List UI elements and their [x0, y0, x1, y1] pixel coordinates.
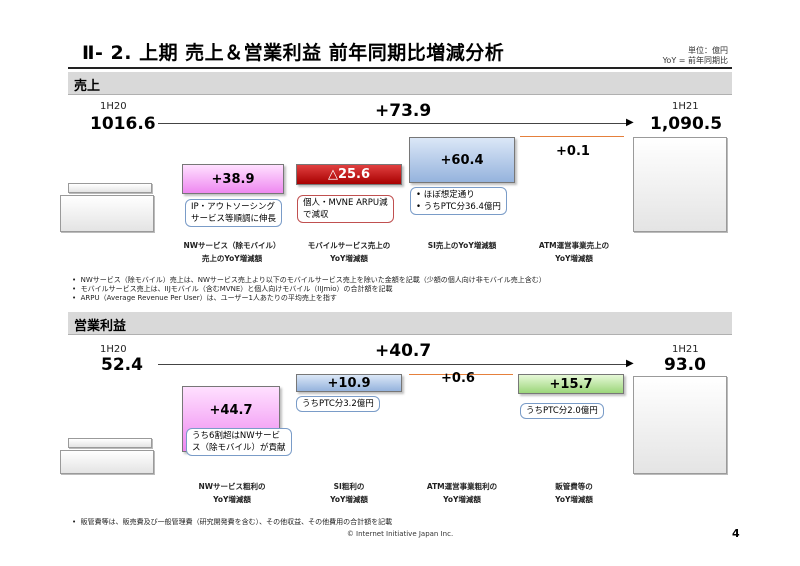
sales-section-header: [68, 72, 732, 95]
op-section-label: 営業利益: [74, 319, 127, 334]
callout-line: IP・アウトソーシング: [191, 202, 275, 212]
sales-end-bar: [633, 137, 727, 232]
page-number: 4: [732, 527, 740, 540]
sales-arrow-head-icon: ▶: [626, 117, 634, 128]
title-divider: [68, 67, 732, 69]
category-line: YoY増減額: [330, 495, 368, 504]
op-category-atm: ATM運営事業粗利の YoY増減額: [404, 480, 520, 506]
op-start-base-top: [68, 438, 152, 448]
category-line: YoY増減額: [330, 254, 368, 263]
sales-end-period: 1H21: [672, 101, 699, 112]
op-section-header: [68, 312, 732, 335]
op-arrow-head-icon: ▶: [626, 358, 634, 369]
category-line: SI売上のYoY増減額: [427, 241, 497, 250]
note-text: モバイルサービス売上は、IIJモバイル（含むMVNE）と個人向けモバイル（IIJ…: [80, 285, 393, 293]
yoy-definition: YoY = 前年同期比: [662, 56, 728, 65]
sales-nw-service-callout: IP・アウトソーシング サービス等順調に伸長: [185, 199, 283, 227]
sales-notes: • NWサービス（除モバイル）売上は、NWサービス売上より以下のモバイルサービス…: [72, 276, 732, 303]
callout-line: うちPTC分3.2億円: [302, 399, 374, 409]
sales-total-arrow: [158, 123, 630, 124]
op-end-bar: [633, 376, 727, 474]
category-line: YoY増減額: [213, 495, 251, 504]
op-category-si: SI粗利の YoY増減額: [290, 480, 408, 506]
copyright-footer: © Internet Initiative Japan Inc.: [346, 530, 454, 538]
category-line: ATM運営事業売上の: [538, 241, 610, 250]
op-notes: • 販管費等は、販売費及び一般管理費（研究開発費を含む）、その他収益、その他費用…: [72, 518, 732, 527]
op-sga-callout: うちPTC分2.0億円: [520, 403, 604, 419]
note-item: • 販管費等は、販売費及び一般管理費（研究開発費を含む）、その他収益、その他費用…: [72, 518, 393, 526]
category-line: ATM運営事業粗利の: [426, 482, 498, 491]
sales-si-callout: • ほぼ想定通り • うちPTC分36.4億円: [410, 187, 507, 215]
op-start-bar: [60, 450, 154, 474]
sales-mobile-bar: △25.6: [296, 164, 402, 185]
category-line: YoY増減額: [443, 495, 481, 504]
op-end-period: 1H21: [672, 344, 699, 355]
category-line: NWサービス（除モバイル）: [183, 241, 281, 250]
note-text: NWサービス（除モバイル）売上は、NWサービス売上より以下のモバイルサービス売上…: [80, 276, 546, 284]
op-si-callout: うちPTC分3.2億円: [296, 396, 380, 412]
note-text: 販管費等は、販売費及び一般管理費（研究開発費を含む）、その他収益、その他費用の合…: [80, 518, 393, 526]
note-item: • ARPU（Average Revenue Per User）は、ユーザー1人…: [72, 294, 337, 302]
note-item: • NWサービス（除モバイル）売上は、NWサービス売上より以下のモバイルサービス…: [72, 276, 546, 284]
sales-nw-service-bar: +38.9: [182, 164, 284, 194]
sales-total-delta: +73.9: [375, 101, 432, 121]
callout-line: 個人・MVNE ARPU減: [303, 198, 388, 208]
category-line: YoY増減額: [555, 254, 593, 263]
note-text: ARPU（Average Revenue Per User）は、ユーザー1人あた…: [80, 294, 337, 302]
sales-start-base-top: [68, 183, 152, 193]
sales-start-bar: [60, 195, 154, 232]
callout-line: • ほぼ想定通り: [416, 190, 475, 200]
callout-line: • うちPTC分36.4億円: [416, 202, 501, 212]
op-category-nw: NWサービス粗利の YoY増減額: [170, 480, 294, 506]
category-line: モバイルサービス売上の: [307, 241, 391, 250]
category-line: 販管費等の: [555, 482, 593, 491]
sales-section-label: 売上: [74, 79, 101, 94]
sales-category-mobile: モバイルサービス売上の YoY増減額: [290, 239, 408, 265]
sales-category-si: SI売上のYoY増減額: [404, 239, 520, 252]
category-line: YoY増減額: [555, 495, 593, 504]
sales-atm-value: +0.1: [556, 144, 590, 159]
op-total-arrow: [158, 364, 630, 365]
op-category-sga: 販管費等の YoY増減額: [518, 480, 630, 506]
op-nw-service-callout: うち6割超はNWサービ ス（除モバイル）が貢献: [186, 428, 292, 456]
sales-category-atm: ATM運営事業売上の YoY増減額: [518, 239, 630, 265]
sales-si-bar: +60.4: [409, 137, 515, 183]
page-title: Ⅱ- 2. 上期 売上＆営業利益 前年同期比増減分析: [82, 42, 505, 64]
callout-line: ス（除モバイル）が貢献: [192, 443, 286, 453]
op-sga-bar: +15.7: [518, 374, 624, 394]
callout-line: で減収: [303, 210, 329, 220]
callout-line: うち6割超はNWサービ: [192, 431, 281, 441]
op-start-value: 52.4: [101, 355, 143, 375]
sales-category-nw: NWサービス（除モバイル） 売上のYoY増減額: [170, 239, 294, 265]
op-total-delta: +40.7: [375, 341, 432, 361]
op-si-bar: +10.9: [296, 374, 402, 392]
op-start-period: 1H20: [100, 344, 127, 355]
op-end-value: 93.0: [664, 355, 706, 375]
note-item: • モバイルサービス売上は、IIJモバイル（含むMVNE）と個人向けモバイル（I…: [72, 285, 393, 293]
unit-label: 単位：億円: [688, 46, 728, 55]
callout-line: サービス等順調に伸長: [191, 214, 277, 224]
category-line: SI粗利の: [333, 482, 365, 491]
sales-atm-bar: [520, 136, 624, 137]
sales-start-value: 1016.6: [90, 114, 156, 134]
sales-mobile-callout: 個人・MVNE ARPU減 で減収: [297, 195, 394, 223]
category-line: NWサービス粗利の: [198, 482, 266, 491]
callout-line: うちPTC分2.0億円: [526, 406, 598, 416]
sales-end-value: 1,090.5: [650, 114, 723, 134]
sales-start-period: 1H20: [100, 101, 127, 112]
category-line: 売上のYoY増減額: [201, 254, 263, 263]
op-atm-value: +0.6: [441, 371, 475, 386]
unit-note: 単位：億円 YoY = 前年同期比: [663, 46, 728, 66]
